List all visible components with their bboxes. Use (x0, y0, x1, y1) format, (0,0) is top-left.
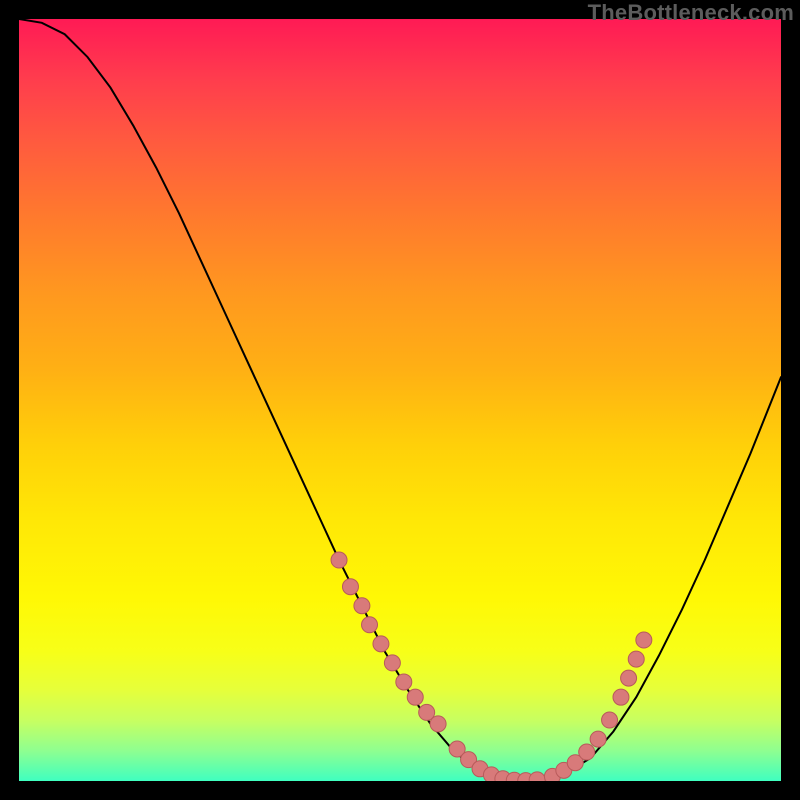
data-dot (590, 731, 606, 747)
data-dot (384, 655, 400, 671)
data-dot (602, 712, 618, 728)
chart-frame: TheBottleneck.com (0, 0, 800, 800)
chart-svg (19, 19, 781, 781)
data-dot (628, 651, 644, 667)
data-dot (430, 716, 446, 732)
data-dot (579, 744, 595, 760)
data-dot (331, 552, 347, 568)
plot-area (19, 19, 781, 781)
data-dot (354, 598, 370, 614)
data-dots (331, 552, 652, 781)
data-dot (529, 772, 545, 781)
data-dot (342, 579, 358, 595)
bottleneck-curve (19, 19, 781, 781)
data-dot (621, 670, 637, 686)
data-dot (373, 636, 389, 652)
data-dot (407, 689, 423, 705)
data-dot (362, 617, 378, 633)
watermark: TheBottleneck.com (588, 0, 794, 26)
data-dot (636, 632, 652, 648)
data-dot (396, 674, 412, 690)
data-dot (613, 689, 629, 705)
